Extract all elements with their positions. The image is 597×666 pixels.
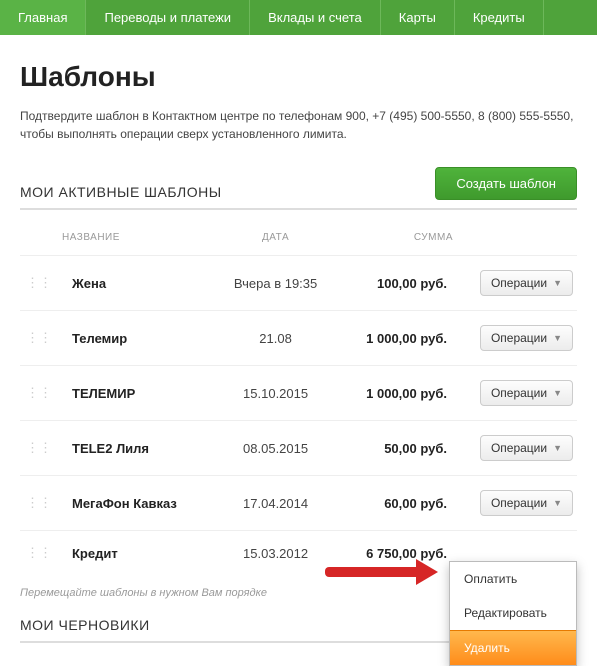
drag-handle-icon[interactable]: ⋮⋮	[20, 531, 58, 576]
operations-label: Операции	[491, 331, 547, 345]
table-row: ⋮⋮ТЕЛЕМИР15.10.20151 000,00 руб. Операции…	[20, 366, 577, 421]
table-row: ⋮⋮Телемир21.081 000,00 руб. Операции ▼	[20, 311, 577, 366]
row-date: 21.08	[217, 311, 335, 366]
templates-table: НАЗВАНИЕ ДАТА СУММА ⋮⋮ЖенаВчера в 19:351…	[20, 224, 577, 575]
row-sum: 60,00 руб.	[335, 476, 457, 531]
operations-button[interactable]: Операции ▼	[480, 270, 573, 296]
row-date: Вчера в 19:35	[217, 256, 335, 311]
table-row: ⋮⋮МегаФон Кавказ17.04.201460,00 руб. Опер…	[20, 476, 577, 531]
nav-deposits[interactable]: Вклады и счета	[250, 0, 381, 35]
operations-label: Операции	[491, 441, 547, 455]
nav-cards[interactable]: Карты	[381, 0, 455, 35]
operations-dropdown: ОплатитьРедактироватьУдалить	[449, 561, 577, 666]
row-sum: 1 000,00 руб.	[335, 366, 457, 421]
operations-label: Операции	[491, 496, 547, 510]
chevron-down-icon: ▼	[553, 278, 562, 288]
operations-label: Операции	[491, 276, 547, 290]
row-date: 17.04.2014	[217, 476, 335, 531]
chevron-down-icon: ▼	[553, 388, 562, 398]
dropdown-delete[interactable]: Удалить	[450, 630, 576, 665]
row-name: TELE2 Лиля	[58, 421, 217, 476]
chevron-down-icon: ▼	[553, 498, 562, 508]
row-sum: 100,00 руб.	[335, 256, 457, 311]
operations-label: Операции	[491, 386, 547, 400]
drag-handle-icon[interactable]: ⋮⋮	[20, 476, 58, 531]
table-row: ⋮⋮TELE2 Лиля08.05.201550,00 руб. Операции…	[20, 421, 577, 476]
create-template-button[interactable]: Создать шаблон	[435, 167, 577, 200]
col-sum: СУММА	[335, 224, 457, 256]
operations-button[interactable]: Операции ▼	[480, 325, 573, 351]
operations-button[interactable]: Операции ▼	[480, 380, 573, 406]
row-name: МегаФон Кавказ	[58, 476, 217, 531]
top-nav: Главная Переводы и платежи Вклады и счет…	[0, 0, 597, 35]
row-date: 08.05.2015	[217, 421, 335, 476]
chevron-down-icon: ▼	[553, 443, 562, 453]
drag-handle-icon[interactable]: ⋮⋮	[20, 311, 58, 366]
row-name: Жена	[58, 256, 217, 311]
row-date: 15.10.2015	[217, 366, 335, 421]
row-sum: 6 750,00 руб.	[335, 531, 457, 576]
operations-button[interactable]: Операции ▼	[480, 435, 573, 461]
row-name: Телемир	[58, 311, 217, 366]
page-title: Шаблоны	[20, 61, 577, 93]
nav-payments[interactable]: Переводы и платежи	[86, 0, 250, 35]
row-sum: 50,00 руб.	[335, 421, 457, 476]
active-templates-heading: МОИ АКТИВНЫЕ ШАБЛОНЫ	[20, 184, 222, 200]
row-name: Кредит	[58, 531, 217, 576]
nav-credits[interactable]: Кредиты	[455, 0, 544, 35]
row-name: ТЕЛЕМИР	[58, 366, 217, 421]
row-date: 15.03.2012	[217, 531, 335, 576]
chevron-down-icon: ▼	[553, 333, 562, 343]
operations-button[interactable]: Операции ▼	[480, 490, 573, 516]
col-name: НАЗВАНИЕ	[58, 224, 217, 256]
col-date: ДАТА	[217, 224, 335, 256]
drag-handle-icon[interactable]: ⋮⋮	[20, 256, 58, 311]
dropdown-edit[interactable]: Редактировать	[450, 596, 576, 630]
drag-handle-icon[interactable]: ⋮⋮	[20, 421, 58, 476]
table-row: ⋮⋮ЖенаВчера в 19:35100,00 руб. Операции ▼	[20, 256, 577, 311]
drag-handle-icon[interactable]: ⋮⋮	[20, 366, 58, 421]
dropdown-pay[interactable]: Оплатить	[450, 562, 576, 596]
notice-text: Подтвердите шаблон в Контактном центре п…	[20, 107, 577, 143]
row-sum: 1 000,00 руб.	[335, 311, 457, 366]
nav-main[interactable]: Главная	[0, 0, 86, 35]
table-row: ⋮⋮Кредит15.03.20126 750,00 руб.ОплатитьР…	[20, 531, 577, 576]
